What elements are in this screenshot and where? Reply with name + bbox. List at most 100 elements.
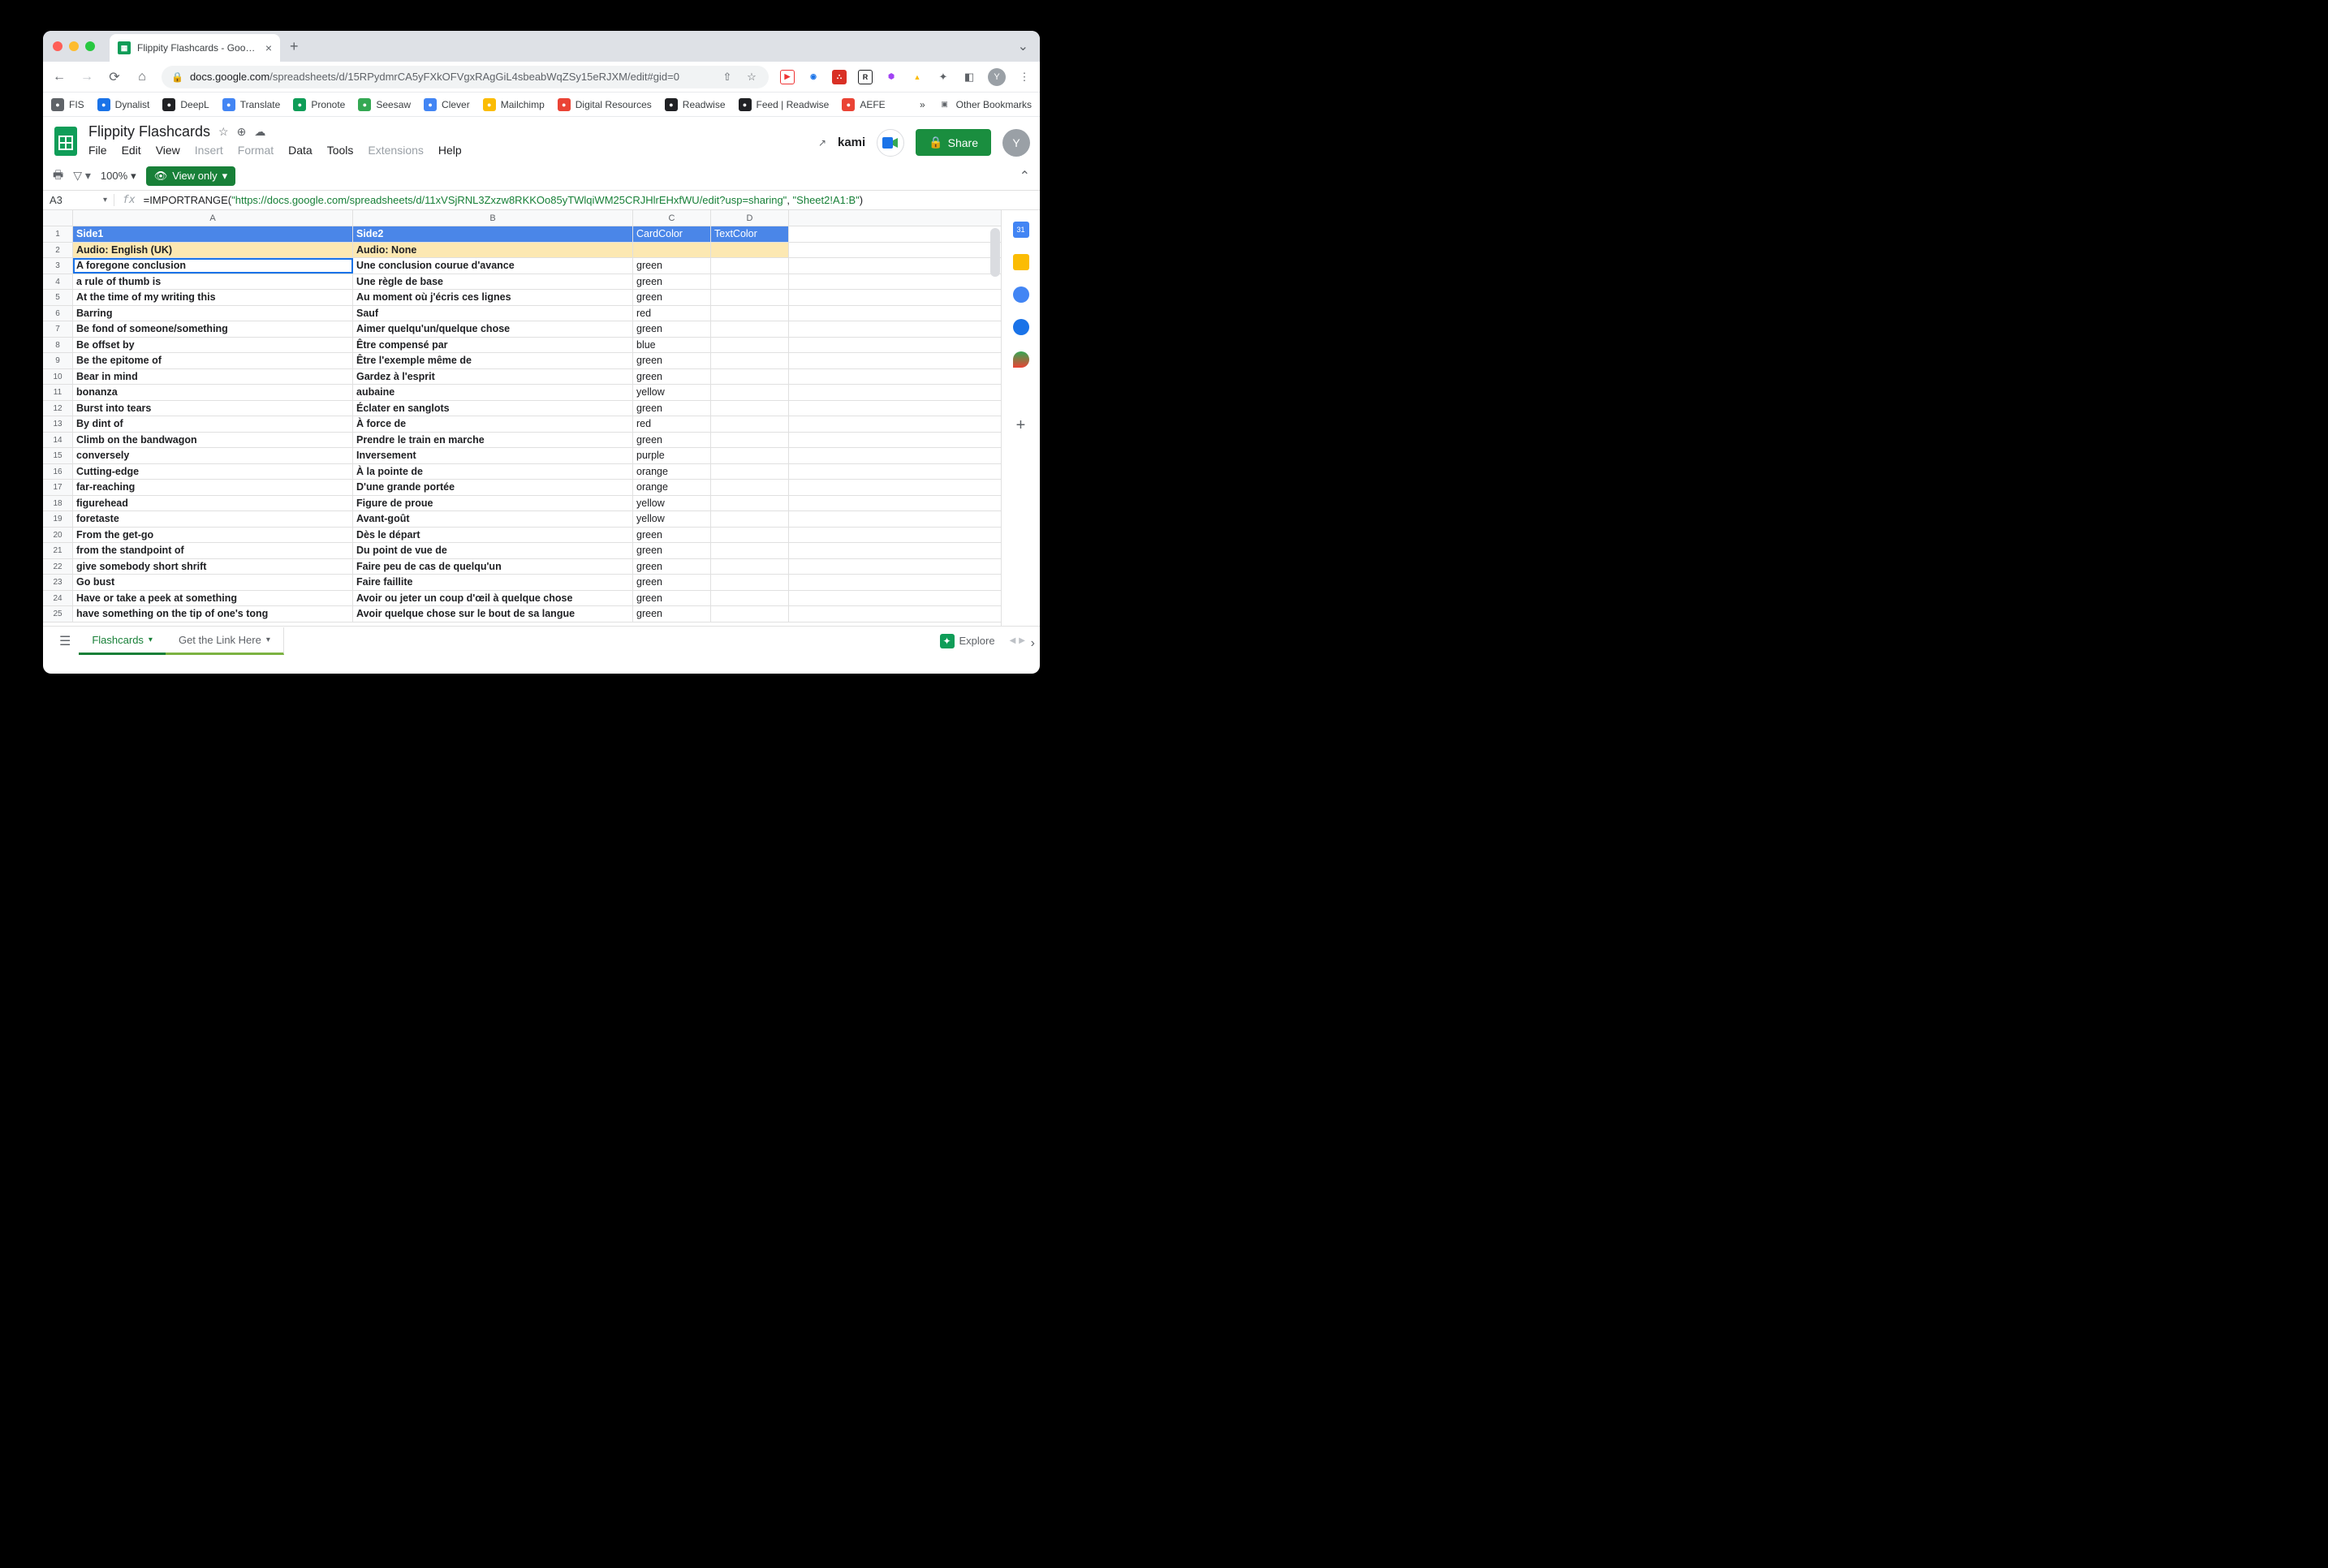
cell[interactable]: Aimer quelqu'un/quelque chose	[353, 321, 633, 337]
maximize-window-button[interactable]	[85, 41, 95, 51]
cell[interactable]: Be the epitome of	[73, 353, 353, 368]
cell[interactable]: Éclater en sanglots	[353, 401, 633, 416]
cell[interactable]: green	[633, 543, 711, 558]
add-addon-button[interactable]: +	[1016, 416, 1026, 435]
table-row[interactable]: 19foretasteAvant-goûtyellow	[43, 511, 1001, 528]
cell[interactable]: orange	[633, 464, 711, 480]
tasks-icon[interactable]	[1013, 286, 1029, 303]
cell[interactable]: Faire peu de cas de quelqu'un	[353, 559, 633, 575]
address-bar[interactable]: 🔒 docs.google.com/spreadsheets/d/15RPydm…	[162, 66, 769, 88]
cell[interactable]: blue	[633, 338, 711, 353]
cell[interactable]: Figure de proue	[353, 496, 633, 511]
menu-insert[interactable]: Insert	[195, 144, 223, 157]
table-row[interactable]: 7Be fond of someone/somethingAimer quelq…	[43, 321, 1001, 338]
keep-icon[interactable]	[1013, 254, 1029, 270]
reload-button[interactable]: ⟳	[106, 69, 123, 85]
share-icon[interactable]: ⇧	[720, 70, 735, 84]
menu-format[interactable]: Format	[238, 144, 274, 157]
cell[interactable]: Audio: English (UK)	[73, 243, 353, 258]
account-avatar[interactable]: Y	[1002, 129, 1030, 157]
cell[interactable]: Avoir quelque chose sur le bout de sa la…	[353, 606, 633, 622]
cell[interactable]	[711, 243, 789, 258]
cell[interactable]: green	[633, 433, 711, 448]
bookmark-item[interactable]: ●Feed | Readwise	[739, 98, 830, 111]
meet-button[interactable]	[877, 129, 904, 157]
cell[interactable]: figurehead	[73, 496, 353, 511]
cell[interactable]: yellow	[633, 496, 711, 511]
row-header[interactable]: 2	[43, 243, 73, 258]
formula-input[interactable]: =IMPORTRANGE("https://docs.google.com/sp…	[144, 194, 863, 207]
sidepanel-button[interactable]: ◧	[962, 70, 976, 84]
cell[interactable]: bonanza	[73, 385, 353, 400]
vertical-scrollbar[interactable]	[989, 226, 1001, 626]
cell[interactable]	[711, 353, 789, 368]
cell[interactable]: conversely	[73, 448, 353, 463]
table-row[interactable]: 8Be offset byÊtre compensé parblue	[43, 338, 1001, 354]
cell[interactable]: Bear in mind	[73, 369, 353, 385]
cell[interactable]: A foregone conclusion	[73, 258, 353, 274]
cell[interactable]	[711, 559, 789, 575]
cell[interactable]	[633, 243, 711, 258]
new-tab-button[interactable]: +	[280, 38, 308, 55]
column-header[interactable]: A	[73, 210, 353, 226]
all-sheets-button[interactable]: ☰	[51, 633, 79, 649]
row-header[interactable]: 3	[43, 258, 73, 274]
filter-button[interactable]: ▽ ▾	[73, 169, 91, 183]
cell[interactable]	[711, 258, 789, 274]
table-row[interactable]: 17far-reachingD'une grande portéeorange	[43, 480, 1001, 496]
cell[interactable]	[711, 575, 789, 590]
cell[interactable]	[711, 496, 789, 511]
cell[interactable]: purple	[633, 448, 711, 463]
table-row[interactable]: 5At the time of my writing thisAu moment…	[43, 290, 1001, 306]
bookmark-item[interactable]: ●Digital Resources	[558, 98, 652, 111]
table-row[interactable]: 13By dint ofÀ force dered	[43, 416, 1001, 433]
row-header[interactable]: 20	[43, 528, 73, 543]
row-header[interactable]: 21	[43, 543, 73, 558]
maps-icon[interactable]	[1013, 351, 1029, 368]
cell[interactable]: Have or take a peek at something	[73, 591, 353, 606]
cell[interactable]	[711, 321, 789, 337]
cell[interactable]: green	[633, 528, 711, 543]
cell[interactable]: Une conclusion courue d'avance	[353, 258, 633, 274]
row-header[interactable]: 11	[43, 385, 73, 400]
table-row[interactable]: 12Burst into tearsÉclater en sanglotsgre…	[43, 401, 1001, 417]
chrome-menu-button[interactable]: ⋮	[1017, 70, 1032, 84]
print-button[interactable]: 🖶	[53, 166, 63, 186]
cell[interactable]: green	[633, 274, 711, 290]
star-doc-icon[interactable]: ☆	[218, 125, 229, 139]
cell[interactable]: À la pointe de	[353, 464, 633, 480]
column-header[interactable]: B	[353, 210, 633, 226]
cell[interactable]: At the time of my writing this	[73, 290, 353, 305]
cell[interactable]: green	[633, 606, 711, 622]
zoom-selector[interactable]: 100% ▾	[101, 170, 136, 183]
cell[interactable]: Be offset by	[73, 338, 353, 353]
cell[interactable]: D'une grande portée	[353, 480, 633, 495]
extension-icon[interactable]: ⬢	[884, 70, 899, 84]
kami-link[interactable]: ↗	[818, 137, 826, 149]
row-header[interactable]: 25	[43, 606, 73, 622]
cell[interactable]: Inversement	[353, 448, 633, 463]
cell[interactable]: far-reaching	[73, 480, 353, 495]
cell[interactable]: green	[633, 258, 711, 274]
close-tab-button[interactable]: ×	[265, 41, 272, 54]
cell[interactable]: Une règle de base	[353, 274, 633, 290]
bookmarks-overflow[interactable]: »	[920, 99, 925, 110]
cell[interactable]: Climb on the bandwagon	[73, 433, 353, 448]
bookmark-item[interactable]: ●FIS	[51, 98, 84, 111]
cell[interactable]: a rule of thumb is	[73, 274, 353, 290]
cell[interactable]: from the standpoint of	[73, 543, 353, 558]
menu-file[interactable]: File	[88, 144, 107, 157]
row-header[interactable]: 18	[43, 496, 73, 511]
row-header[interactable]: 23	[43, 575, 73, 590]
cell[interactable]: Prendre le train en marche	[353, 433, 633, 448]
cell[interactable]: CardColor	[633, 226, 711, 242]
forward-button[interactable]: →	[79, 70, 95, 84]
home-button[interactable]: ⌂	[134, 70, 150, 84]
table-row[interactable]: 11bonanzaaubaineyellow	[43, 385, 1001, 401]
table-row[interactable]: 10Bear in mindGardez à l'espritgreen	[43, 369, 1001, 386]
cell[interactable]: À force de	[353, 416, 633, 432]
row-header[interactable]: 5	[43, 290, 73, 305]
cell[interactable]	[711, 543, 789, 558]
row-header[interactable]: 7	[43, 321, 73, 337]
table-row[interactable]: 23Go bustFaire faillitegreen	[43, 575, 1001, 591]
